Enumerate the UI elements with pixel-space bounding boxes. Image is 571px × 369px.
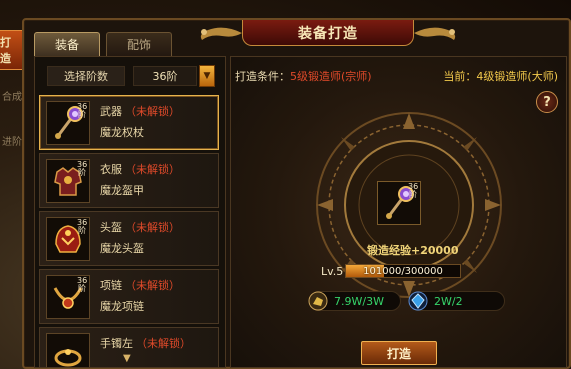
scroll-down-icon[interactable]: ▼ <box>123 353 131 364</box>
material-gem[interactable]: 2W/2 <box>408 291 505 311</box>
item-name: 魔龙权杖 <box>100 126 144 139</box>
item-list-panel: 选择阶数 36阶 ▼ 36阶 武器 （未解锁） 魔龙权杖 36阶 衣服 （未解锁… <box>34 56 226 368</box>
list-item-armor[interactable]: 36阶 衣服 （未解锁） 魔龙盔甲 <box>39 153 219 208</box>
item-name: 魔龙项链 <box>100 300 144 313</box>
locked-tag: （未解锁） <box>125 221 180 234</box>
bracelet-icon <box>46 333 90 367</box>
scepter-icon: 36阶 <box>46 101 90 145</box>
item-slot-label: 衣服 （未解锁） <box>100 163 180 176</box>
stage-filter-label: 选择阶数 <box>47 66 125 86</box>
item-slot-label: 武器 （未解锁） <box>100 105 180 118</box>
item-slot-label: 项链 （未解锁） <box>100 279 180 292</box>
list-item-necklace[interactable]: 36阶 项链 （未解锁） 魔龙项链 <box>39 269 219 324</box>
category-tabs: 装备 配饰 <box>34 32 172 56</box>
title-left-ornament-icon <box>200 27 242 40</box>
list-item-weapon[interactable]: 36阶 武器 （未解锁） 魔龙权杖 <box>39 95 219 150</box>
item-level-badge: 36阶 <box>77 276 88 293</box>
forge-panel: 打造条件：5级锻造师(宗师) 当前：4级锻造师(大师) ? 36阶 锻造经验+2… <box>230 56 567 368</box>
locked-tag: （未解锁） <box>125 163 180 176</box>
forge-button[interactable]: 打造 <box>361 341 437 365</box>
smith-exp-progress-bar: 101000/300000 <box>345 264 461 278</box>
item-slot-label: 头盔 （未解锁） <box>100 221 180 234</box>
necklace-icon: 36阶 <box>46 275 90 319</box>
tab-equipment[interactable]: 装备 <box>34 32 100 56</box>
title-right-ornament-icon <box>414 27 456 40</box>
locked-tag: （未解锁） <box>136 337 191 350</box>
item-level-badge: 36阶 <box>408 182 419 199</box>
forge-condition-value: 5级锻造师(宗师) <box>290 70 372 83</box>
helmet-icon: 36阶 <box>46 217 90 261</box>
stage-filter: 选择阶数 36阶 ▼ <box>47 65 215 87</box>
forge-target-item: 36阶 <box>377 181 421 225</box>
list-item-helmet[interactable]: 36阶 头盔 （未解锁） 魔龙头盔 <box>39 211 219 266</box>
equipment-forge-window: 装备打造 装备 配饰 选择阶数 36阶 ▼ 36阶 武器 （未解锁） 魔龙权杖 … <box>22 18 571 369</box>
dropdown-arrow-icon[interactable]: ▼ <box>199 65 215 87</box>
gem-icon <box>408 291 428 311</box>
item-level-badge: 36阶 <box>77 102 88 119</box>
tab-accessories[interactable]: 配饰 <box>106 32 172 56</box>
help-button[interactable]: ? <box>536 91 558 113</box>
forge-exp-reward: 锻造经验+20000 <box>367 244 459 257</box>
item-name: 魔龙盔甲 <box>100 184 144 197</box>
current-smith-level: 当前：4级锻造师(大师) <box>443 70 558 83</box>
smith-level-label: Lv.5 <box>321 265 344 278</box>
forge-condition: 打造条件：5级锻造师(宗师) <box>235 70 372 83</box>
locked-tag: （未解锁） <box>125 279 180 292</box>
item-slot-label: 手镯左 （未解锁） <box>100 337 191 350</box>
equipment-list: 36阶 武器 （未解锁） 魔龙权杖 36阶 衣服 （未解锁） 魔龙盔甲 36阶 … <box>39 95 223 367</box>
item-level-badge: 36阶 <box>77 218 88 235</box>
ore-icon <box>308 291 328 311</box>
window-title: 装备打造 <box>242 20 414 46</box>
stage-filter-select[interactable]: 36阶 <box>133 66 197 86</box>
progress-text: 101000/300000 <box>363 265 443 277</box>
armor-icon: 36阶 <box>46 159 90 203</box>
item-name: 魔龙头盔 <box>100 242 144 255</box>
locked-tag: （未解锁） <box>125 105 180 118</box>
item-level-badge: 36阶 <box>77 160 88 177</box>
material-ore[interactable]: 7.9W/3W <box>308 291 401 311</box>
